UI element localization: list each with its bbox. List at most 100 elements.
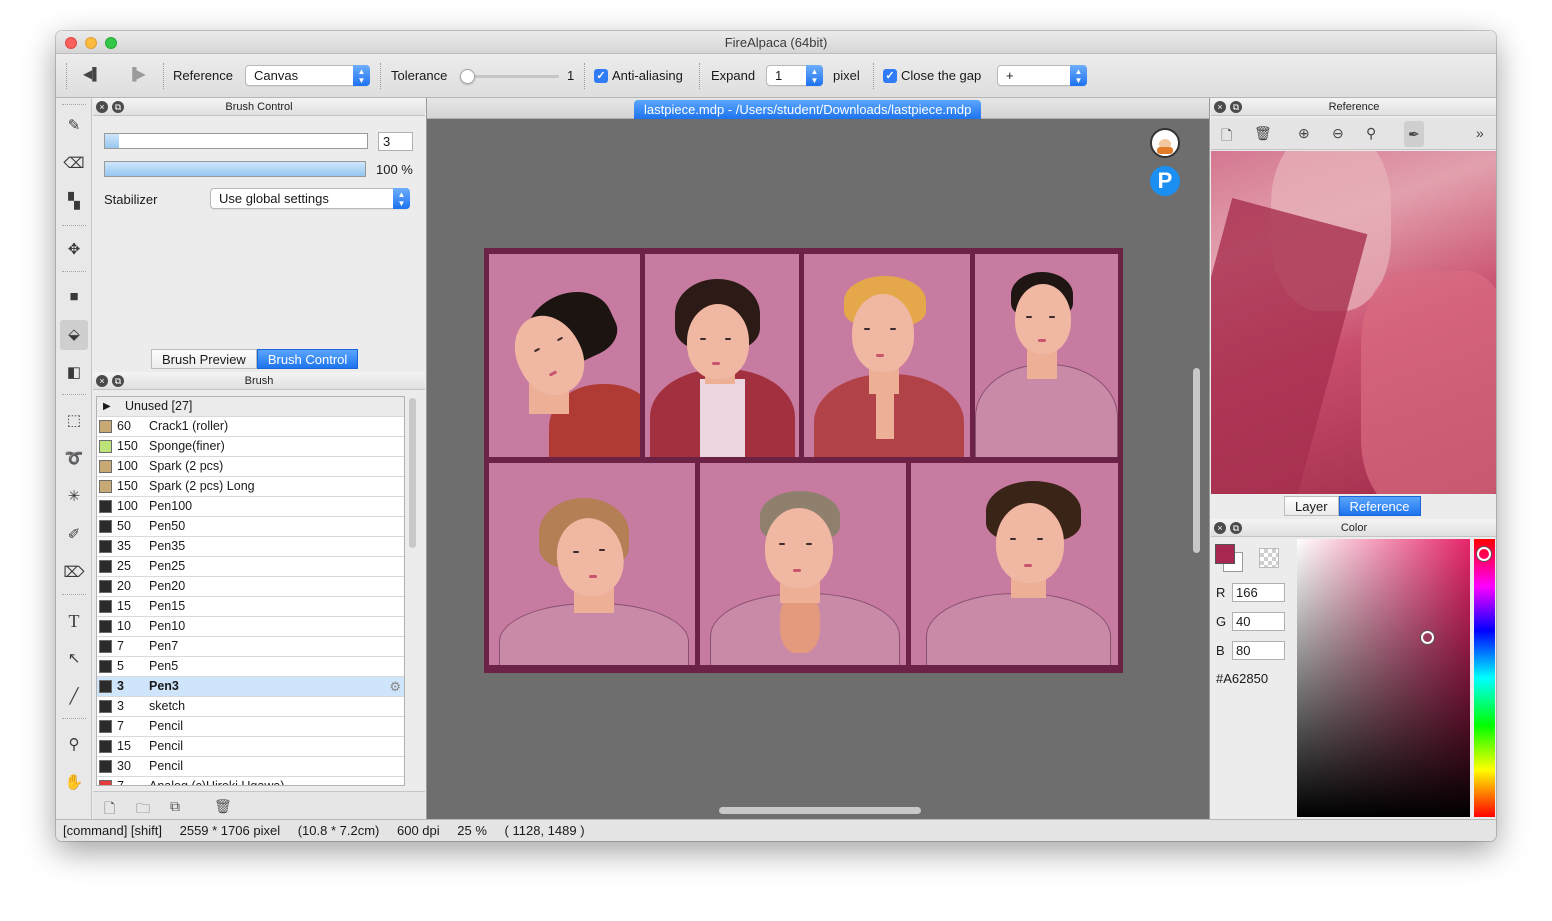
eraser-icon[interactable]: ⌫: [60, 149, 88, 179]
gradient-icon[interactable]: ◧: [60, 358, 88, 388]
brush-size: 60: [117, 419, 131, 433]
trash-icon[interactable]: 🗑: [214, 798, 232, 815]
brush-item[interactable]: 60 Crack1 (roller): [97, 417, 404, 437]
brush-item[interactable]: 7 Analog (c)Hiroki Ugawa): [97, 777, 404, 785]
brush-item[interactable]: 7 Pencil: [97, 717, 404, 737]
close-icon[interactable]: ×: [96, 375, 108, 387]
undo-icon[interactable]: ◀▌: [83, 67, 101, 81]
pixiv-icon[interactable]: P: [1150, 166, 1180, 196]
opacity-bar[interactable]: [104, 161, 366, 177]
canvas-area[interactable]: lastpiece.mdp - /Users/student/Downloads…: [426, 98, 1210, 819]
reference-image[interactable]: [1211, 151, 1496, 494]
brush-size-field[interactable]: 3: [378, 132, 413, 151]
canvas-horizontal-scrollbar[interactable]: [719, 807, 921, 814]
select-eraser-icon[interactable]: ⌦: [60, 558, 88, 588]
stabilizer-select[interactable]: Use global settings ▲ ▼: [210, 188, 410, 209]
magic-wand-icon[interactable]: ✳: [60, 482, 88, 512]
reference-select[interactable]: Canvas ▲ ▼: [245, 65, 370, 86]
trash-icon[interactable]: 🗑: [1254, 125, 1272, 142]
dot-icon[interactable]: ▚: [60, 187, 88, 217]
brush-size-bar[interactable]: [104, 133, 368, 149]
brush-color-swatch: [99, 480, 112, 493]
fill-rect-icon[interactable]: ■: [60, 282, 88, 312]
hue-slider[interactable]: [1474, 539, 1495, 817]
gear-icon[interactable]: ⚙: [389, 677, 401, 696]
brush-item[interactable]: 35 Pen35: [97, 537, 404, 557]
detach-icon[interactable]: ⧉: [112, 375, 124, 387]
lasso-icon[interactable]: ➰: [60, 444, 88, 474]
tab-reference[interactable]: Reference: [1338, 496, 1421, 516]
zoom-in-icon[interactable]: ⊕: [1298, 125, 1310, 142]
tab-brush-control[interactable]: Brush Control: [256, 349, 359, 369]
brush-item[interactable]: 25 Pen25: [97, 557, 404, 577]
divide-icon[interactable]: ╱: [60, 682, 88, 712]
close-icon[interactable]: ×: [1214, 101, 1226, 113]
brush-item[interactable]: 30 Pencil: [97, 757, 404, 777]
brush-color-swatch: [99, 700, 112, 713]
brush-item[interactable]: 3 sketch: [97, 697, 404, 717]
brush-item[interactable]: 50 Pen50: [97, 517, 404, 537]
tab-brush-preview[interactable]: Brush Preview: [151, 349, 257, 369]
tolerance-slider[interactable]: [461, 75, 559, 78]
zoom-out-icon[interactable]: ⊖: [1332, 125, 1344, 142]
duplicate-icon[interactable]: ⧉: [170, 798, 180, 815]
artwork: [484, 248, 1123, 673]
brush-item[interactable]: 20 Pen20: [97, 577, 404, 597]
zoom-fit-icon[interactable]: ⚲: [1366, 125, 1376, 142]
tab-layer[interactable]: Layer: [1284, 496, 1339, 516]
eyedropper-icon[interactable]: ⚲: [60, 730, 88, 760]
hand-icon[interactable]: ✋: [60, 768, 88, 798]
brush-group-unused[interactable]: ▶ Unused [27]: [97, 397, 404, 417]
close-window-button[interactable]: [65, 37, 77, 49]
brush-item[interactable]: 100 Spark (2 pcs): [97, 457, 404, 477]
saturation-value-picker[interactable]: [1297, 539, 1470, 817]
document-tab[interactable]: lastpiece.mdp - /Users/student/Downloads…: [634, 100, 982, 119]
move-icon[interactable]: ✥: [60, 235, 88, 265]
text-icon[interactable]: T: [60, 606, 88, 636]
brush-item[interactable]: 10 Pen10: [97, 617, 404, 637]
operation-icon[interactable]: ↖: [60, 644, 88, 674]
tolerance-slider-knob[interactable]: [460, 69, 475, 84]
expand-icon[interactable]: »: [1476, 125, 1484, 141]
redo-icon[interactable]: ▐▶: [128, 67, 146, 81]
close-icon[interactable]: ×: [1214, 522, 1226, 534]
antialiasing-checkbox[interactable]: ✓: [594, 69, 608, 83]
close-gap-checkbox[interactable]: ✓: [883, 69, 897, 83]
transparent-color-swatch[interactable]: [1259, 548, 1279, 568]
eyedropper-icon[interactable]: ✒: [1404, 121, 1424, 147]
new-icon[interactable]: 🗋: [1221, 125, 1232, 149]
primary-color-swatch[interactable]: [1215, 544, 1235, 564]
g-label: G: [1216, 614, 1227, 629]
sv-picker-handle[interactable]: [1421, 631, 1434, 644]
r-field[interactable]: 166: [1232, 583, 1285, 602]
brush-actions: 🗋 🗀 ⧉ 🗑: [93, 791, 425, 819]
hue-slider-handle[interactable]: [1477, 547, 1491, 561]
brush-item[interactable]: 5 Pen5: [97, 657, 404, 677]
disclosure-triangle-icon[interactable]: ▶: [103, 397, 111, 416]
minimize-window-button[interactable]: [85, 37, 97, 49]
brush-item[interactable]: 7 Pen7: [97, 637, 404, 657]
close-gap-select[interactable]: + ▲ ▼: [997, 65, 1087, 86]
pen-icon[interactable]: ✎: [60, 111, 88, 141]
brush-item[interactable]: 100 Pen100: [97, 497, 404, 517]
brush-name: Pencil: [149, 719, 184, 733]
b-field[interactable]: 80: [1232, 641, 1285, 660]
select-rect-icon[interactable]: ⬚: [60, 406, 88, 436]
g-field[interactable]: 40: [1232, 612, 1285, 631]
canvas-vertical-scrollbar[interactable]: [1193, 368, 1200, 553]
brush-item[interactable]: 150 Sponge(finer): [97, 437, 404, 457]
brush-list-scrollbar[interactable]: [409, 398, 416, 548]
brush-item[interactable]: 15 Pencil: [97, 737, 404, 757]
detach-icon[interactable]: ⧉: [112, 101, 124, 113]
brush-item[interactable]: 150 Spark (2 pcs) Long: [97, 477, 404, 497]
select-pen-icon[interactable]: ✐: [60, 520, 88, 550]
detach-icon[interactable]: ⧉: [1230, 522, 1242, 534]
zoom-window-button[interactable]: [105, 37, 117, 49]
detach-icon[interactable]: ⧉: [1230, 101, 1242, 113]
brush-item[interactable]: 15 Pen15: [97, 597, 404, 617]
brush-item[interactable]: 3 Pen3 ⚙: [97, 677, 404, 697]
bucket-icon[interactable]: ⬙: [60, 320, 88, 350]
close-icon[interactable]: ×: [96, 101, 108, 113]
expand-stepper[interactable]: 1 ▲ ▼: [766, 65, 823, 86]
alpaca-icon[interactable]: [1150, 128, 1180, 158]
